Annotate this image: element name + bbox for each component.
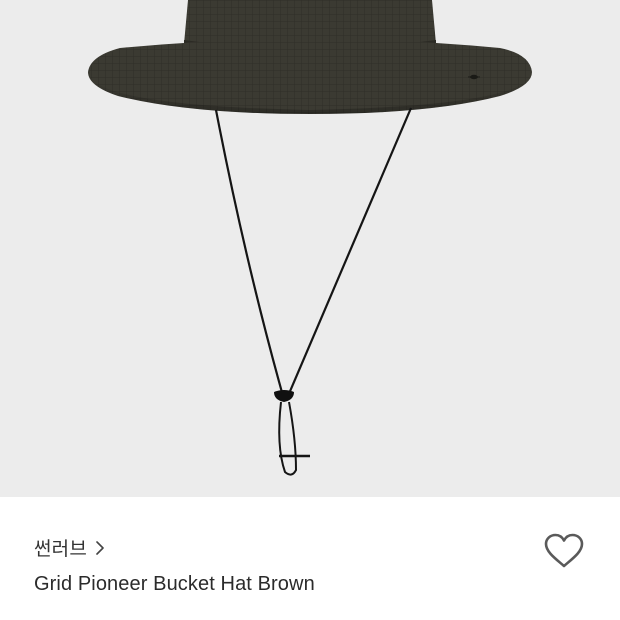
product-title: Grid Pioneer Bucket Hat Brown [34, 573, 315, 595]
wishlist-button[interactable] [541, 530, 587, 572]
cord-stopper [274, 390, 294, 402]
chin-strap-cord-right [286, 107, 413, 397]
brand-link[interactable]: 썬러브 [34, 534, 104, 561]
chevron-right-icon [96, 540, 104, 555]
heart-outline-icon [544, 533, 584, 568]
product-detail-page: 썬러브 Grid Pioneer Bucket Hat Brown [0, 0, 620, 620]
bucket-hat-photo [88, 0, 532, 476]
product-image[interactable] [0, 0, 620, 497]
brand-name[interactable]: 썬러브 [34, 534, 87, 561]
product-info-panel: 썬러브 Grid Pioneer Bucket Hat Brown [0, 497, 620, 620]
chin-strap-cord-left [214, 109, 285, 397]
